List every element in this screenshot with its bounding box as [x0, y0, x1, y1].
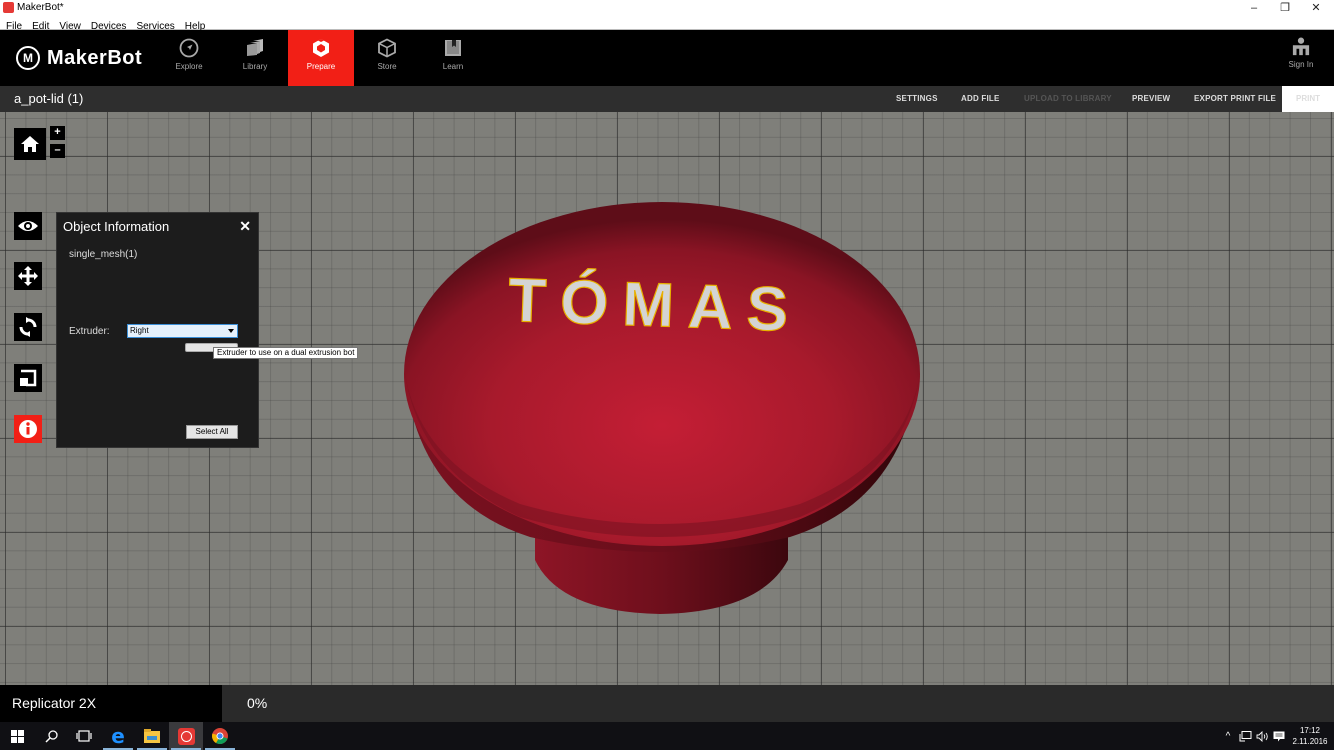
build-plate-viewport[interactable]: TÓMAS + – Object Information ✕ single_me…: [0, 112, 1334, 685]
logo-text: MakerBot: [47, 46, 143, 69]
taskbar-makerbot[interactable]: [169, 722, 203, 750]
status-bar: Replicator 2X 0%: [0, 685, 1334, 722]
chrome-icon: [212, 728, 228, 744]
scale-icon: [20, 369, 37, 387]
tab-prepare-label: Prepare: [306, 62, 336, 71]
file-toolbar: a_pot-lid (1) SETTINGS ADD FILE UPLOAD T…: [0, 86, 1334, 112]
show-hidden-icons-button[interactable]: ^: [1222, 722, 1234, 750]
home-icon: [21, 136, 39, 152]
chevron-down-icon: [228, 329, 234, 333]
panel-title: Object Information: [63, 219, 170, 234]
move-arrows-icon: [18, 266, 38, 286]
taskbar-chrome[interactable]: [203, 722, 237, 750]
tab-library[interactable]: Library: [222, 30, 288, 86]
tab-store[interactable]: Store: [354, 30, 420, 86]
menu-bar: File Edit View Devices Services Help: [0, 16, 1334, 32]
learn-book-icon: [445, 40, 461, 56]
printer-name[interactable]: Replicator 2X: [0, 685, 222, 722]
print-button[interactable]: PRINT: [1282, 86, 1334, 112]
network-icon[interactable]: [1237, 722, 1253, 750]
windows-logo-icon: [10, 729, 24, 743]
user-icon: [1292, 37, 1310, 56]
compass-icon: [179, 38, 199, 58]
extruder-label: Extruder:: [69, 326, 110, 337]
tab-library-label: Library: [242, 62, 268, 71]
export-print-file-button[interactable]: EXPORT PRINT FILE: [1194, 86, 1276, 112]
object-information-panel: Object Information ✕ single_mesh(1) Extr…: [56, 212, 259, 448]
sign-in-button[interactable]: Sign In: [1284, 30, 1318, 86]
sign-in-label: Sign In: [1288, 60, 1314, 69]
tab-store-label: Store: [377, 62, 397, 71]
clock-time: 17:12: [1299, 726, 1321, 735]
print-progress: 0%: [247, 695, 268, 711]
start-button[interactable]: [0, 722, 34, 750]
makerbot-app-icon: [3, 2, 14, 13]
library-icon: [247, 39, 263, 56]
close-panel-icon[interactable]: ✕: [239, 218, 251, 235]
action-center-icon[interactable]: [1271, 722, 1287, 750]
extruder-select[interactable]: Right: [127, 324, 238, 338]
taskbar-clock[interactable]: 17:12 2.11.2016: [1290, 725, 1330, 747]
settings-button[interactable]: SETTINGS: [896, 86, 938, 112]
taskbar-edge[interactable]: e: [101, 722, 135, 750]
upload-to-library-button[interactable]: UPLOAD TO LIBRARY: [1024, 86, 1112, 112]
preview-button[interactable]: PREVIEW: [1132, 86, 1170, 112]
minimize-button[interactable]: –: [1238, 0, 1270, 16]
eye-icon: [18, 221, 38, 231]
add-file-button[interactable]: ADD FILE: [961, 86, 1000, 112]
rotate-tool-button[interactable]: [14, 313, 42, 341]
select-all-button[interactable]: Select All: [186, 425, 238, 439]
volume-icon[interactable]: [1254, 722, 1270, 750]
extruder-selected-value: Right: [130, 326, 149, 335]
tab-prepare[interactable]: Prepare: [288, 30, 354, 86]
file-name: a_pot-lid (1): [14, 91, 84, 106]
main-nav: M MakerBot Explore Library Prepare Store…: [0, 30, 1334, 86]
window-titlebar: MakerBot* – ❐ ✕: [0, 0, 1334, 16]
window-title: MakerBot*: [17, 2, 64, 13]
zoom-in-button[interactable]: +: [50, 126, 65, 140]
object-info-tool-button[interactable]: [14, 415, 42, 443]
move-tool-button[interactable]: [14, 262, 42, 290]
restore-button[interactable]: ❐: [1269, 0, 1301, 16]
info-icon: [19, 420, 37, 438]
makerbot-logo-icon: M: [16, 46, 40, 70]
tab-explore-label: Explore: [175, 62, 203, 71]
search-icon: [44, 729, 58, 743]
zoom-out-button[interactable]: –: [50, 144, 65, 158]
folder-icon: [144, 729, 160, 743]
close-window-button[interactable]: ✕: [1300, 0, 1332, 16]
tab-learn[interactable]: Learn: [420, 30, 486, 86]
task-view-button[interactable]: [67, 722, 101, 750]
makerbot-logo: M MakerBot: [16, 44, 142, 72]
mesh-name: single_mesh(1): [69, 249, 138, 260]
clock-date: 2.11.2016: [1292, 737, 1328, 746]
store-box-icon: [378, 38, 396, 58]
rotate-icon: [19, 317, 37, 337]
taskbar-file-explorer[interactable]: [135, 722, 169, 750]
tab-learn-label: Learn: [442, 62, 464, 71]
prepare-icon: [313, 39, 329, 57]
task-view-icon: [76, 730, 92, 742]
scale-tool-button[interactable]: [14, 364, 42, 392]
view-tool-button[interactable]: [14, 212, 42, 240]
search-button[interactable]: [34, 722, 68, 750]
pot-lid-model[interactable]: TÓMAS: [404, 202, 920, 614]
windows-taskbar: e ^ 17:12 2.11.2016: [0, 722, 1334, 750]
extruder-tooltip: Extruder to use on a dual extrusion bot: [213, 347, 359, 359]
model-engraved-text: TÓMAS: [507, 266, 803, 345]
makerbot-taskbar-icon: [177, 727, 195, 745]
home-view-button[interactable]: [14, 128, 46, 160]
tab-explore[interactable]: Explore: [156, 30, 222, 86]
edge-browser-icon: e: [111, 724, 125, 748]
